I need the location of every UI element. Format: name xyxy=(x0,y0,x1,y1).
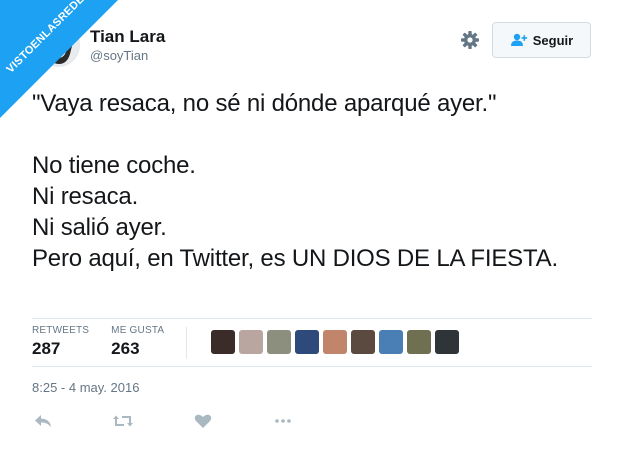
retweets-count: 287 xyxy=(32,339,61,358)
liker-avatar[interactable] xyxy=(239,330,264,354)
liker-avatar[interactable] xyxy=(323,330,348,354)
liker-avatar[interactable] xyxy=(435,330,460,354)
stats-top-divider xyxy=(32,318,592,319)
add-user-icon xyxy=(510,33,527,46)
liker-avatar[interactable] xyxy=(407,330,432,354)
retweet-icon[interactable] xyxy=(112,410,134,432)
tweet-actions xyxy=(32,410,332,434)
liker-avatar[interactable] xyxy=(351,330,376,354)
more-options-icon[interactable] xyxy=(272,410,294,432)
follow-label: Seguir xyxy=(532,32,574,48)
liker-avatar[interactable] xyxy=(295,330,320,354)
retweets-label: RETWEETS xyxy=(32,325,90,336)
likes-count: 263 xyxy=(111,339,140,358)
liker-avatar[interactable] xyxy=(211,330,236,354)
tweet-timestamp[interactable]: 8:25 - 4 may. 2016 xyxy=(32,380,139,395)
tweet-stats: RETWEETS 287 ME GUSTA 263 xyxy=(32,325,460,365)
liker-avatar[interactable] xyxy=(379,330,404,354)
gear-icon[interactable] xyxy=(460,30,480,50)
like-heart-icon[interactable] xyxy=(192,410,214,432)
stats-separator xyxy=(186,327,188,359)
liker-avatar[interactable] xyxy=(267,330,292,354)
stats-bottom-divider xyxy=(32,366,592,367)
likes-label: ME GUSTA xyxy=(111,325,165,336)
reply-icon[interactable] xyxy=(32,410,54,432)
liker-avatars xyxy=(211,330,460,354)
likes-stat[interactable]: ME GUSTA 263 xyxy=(111,325,164,361)
retweets-stat[interactable]: RETWEETS 287 xyxy=(32,325,89,361)
follow-button[interactable]: Seguir xyxy=(492,22,591,58)
